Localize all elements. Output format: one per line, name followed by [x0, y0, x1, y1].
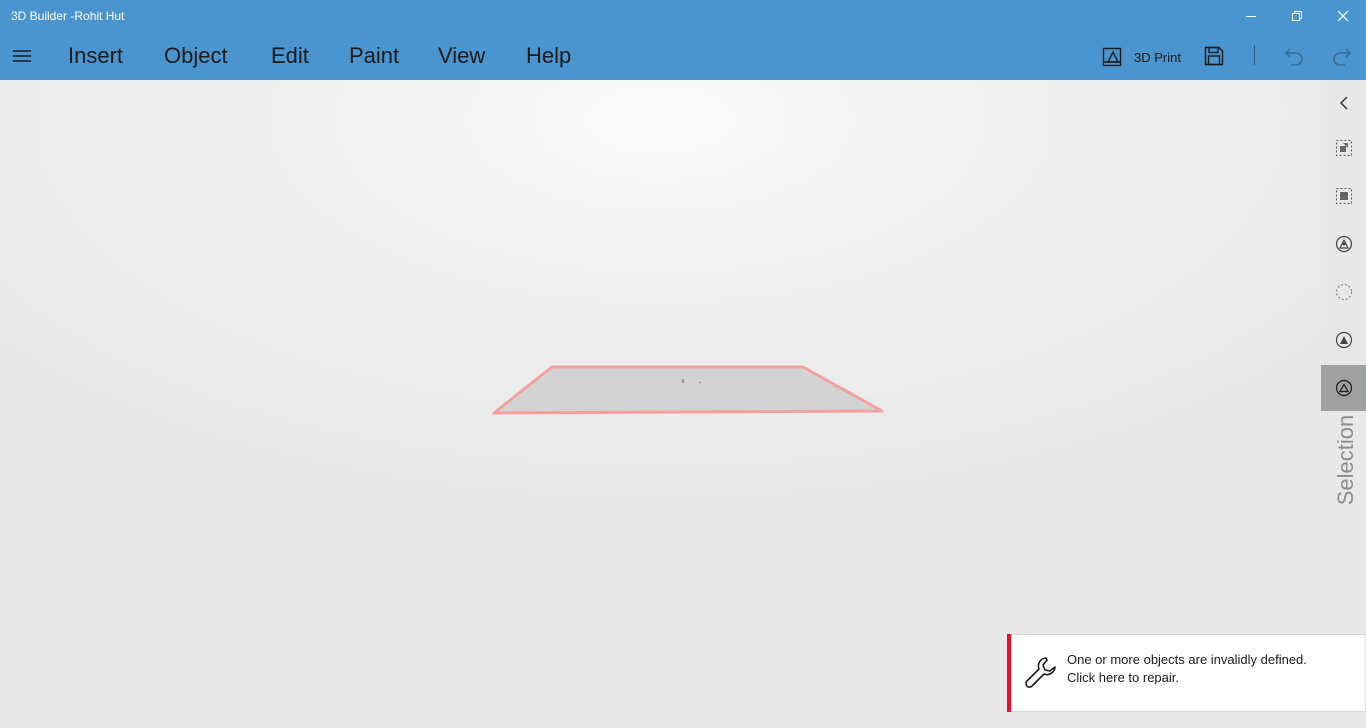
redo-button[interactable] [1330, 44, 1354, 68]
scene [492, 365, 884, 415]
app-window: 3D Builder -Rohit Hut Insert Object Edit… [0, 0, 1366, 728]
selected-object[interactable] [492, 365, 884, 415]
selection-panel [1321, 80, 1366, 728]
restore-button[interactable] [1274, 0, 1320, 32]
select-circle-icon [1335, 284, 1352, 300]
select-object-icon [1335, 140, 1352, 156]
toolbar-separator [1254, 45, 1255, 65]
hamburger-icon [13, 50, 31, 62]
menu-insert[interactable]: Insert [68, 43, 123, 69]
object-detail [682, 379, 684, 383]
notification-line-2: Click here to repair. [1067, 670, 1179, 685]
tool-select-object[interactable] [1321, 125, 1366, 171]
tool-select-triangle[interactable] [1321, 365, 1366, 411]
restore-icon [1292, 11, 1302, 21]
hamburger-menu-button[interactable] [8, 42, 36, 70]
select-triangle-icon [1335, 379, 1352, 397]
3d-print-label: 3D Print [1134, 49, 1181, 65]
wrench-icon [1025, 657, 1056, 688]
menu-object[interactable]: Object [164, 43, 228, 69]
collapse-panel-button[interactable] [1321, 80, 1366, 126]
undo-button[interactable] [1282, 44, 1306, 68]
select-vertex-icon [1335, 331, 1352, 349]
repair-notification[interactable]: One or more objects are invalidly define… [1007, 634, 1366, 712]
3d-print-icon [1102, 47, 1122, 67]
select-lasso-icon [1335, 235, 1352, 253]
minimize-icon [1246, 16, 1256, 17]
menu-edit[interactable]: Edit [271, 43, 309, 69]
error-accent-bar [1007, 634, 1011, 712]
notification-message: One or more objects are invalidly define… [1067, 651, 1307, 687]
save-button[interactable] [1202, 44, 1226, 68]
close-button[interactable] [1320, 0, 1366, 32]
select-face-icon [1335, 188, 1352, 204]
tool-select-vertex[interactable] [1321, 317, 1366, 363]
redo-icon [1333, 48, 1352, 66]
selection-panel-label: Selection [1333, 410, 1359, 510]
selection-label-text: Selection [1333, 414, 1358, 506]
menu-bar: Insert Object Edit Paint View Help 3D Pr… [0, 34, 1366, 80]
minimize-button[interactable] [1228, 0, 1274, 32]
tool-select-lasso[interactable] [1321, 221, 1366, 267]
menu-paint[interactable]: Paint [349, 43, 399, 69]
menu-view[interactable]: View [438, 43, 485, 69]
window-title: 3D Builder -Rohit Hut [11, 9, 125, 23]
object-detail [699, 382, 701, 383]
chevron-left-icon [1339, 96, 1347, 110]
close-icon [1337, 10, 1349, 22]
3d-print-button[interactable]: 3D Print [1100, 43, 1181, 71]
3d-viewport[interactable] [0, 80, 1321, 728]
save-icon [1204, 46, 1224, 66]
tool-select-face[interactable] [1321, 173, 1366, 219]
tool-select-circle[interactable] [1321, 269, 1366, 315]
title-bar: 3D Builder -Rohit Hut [0, 0, 1366, 34]
undo-icon [1284, 48, 1303, 66]
menu-help[interactable]: Help [526, 43, 571, 69]
notification-line-1: One or more objects are invalidly define… [1067, 652, 1307, 667]
